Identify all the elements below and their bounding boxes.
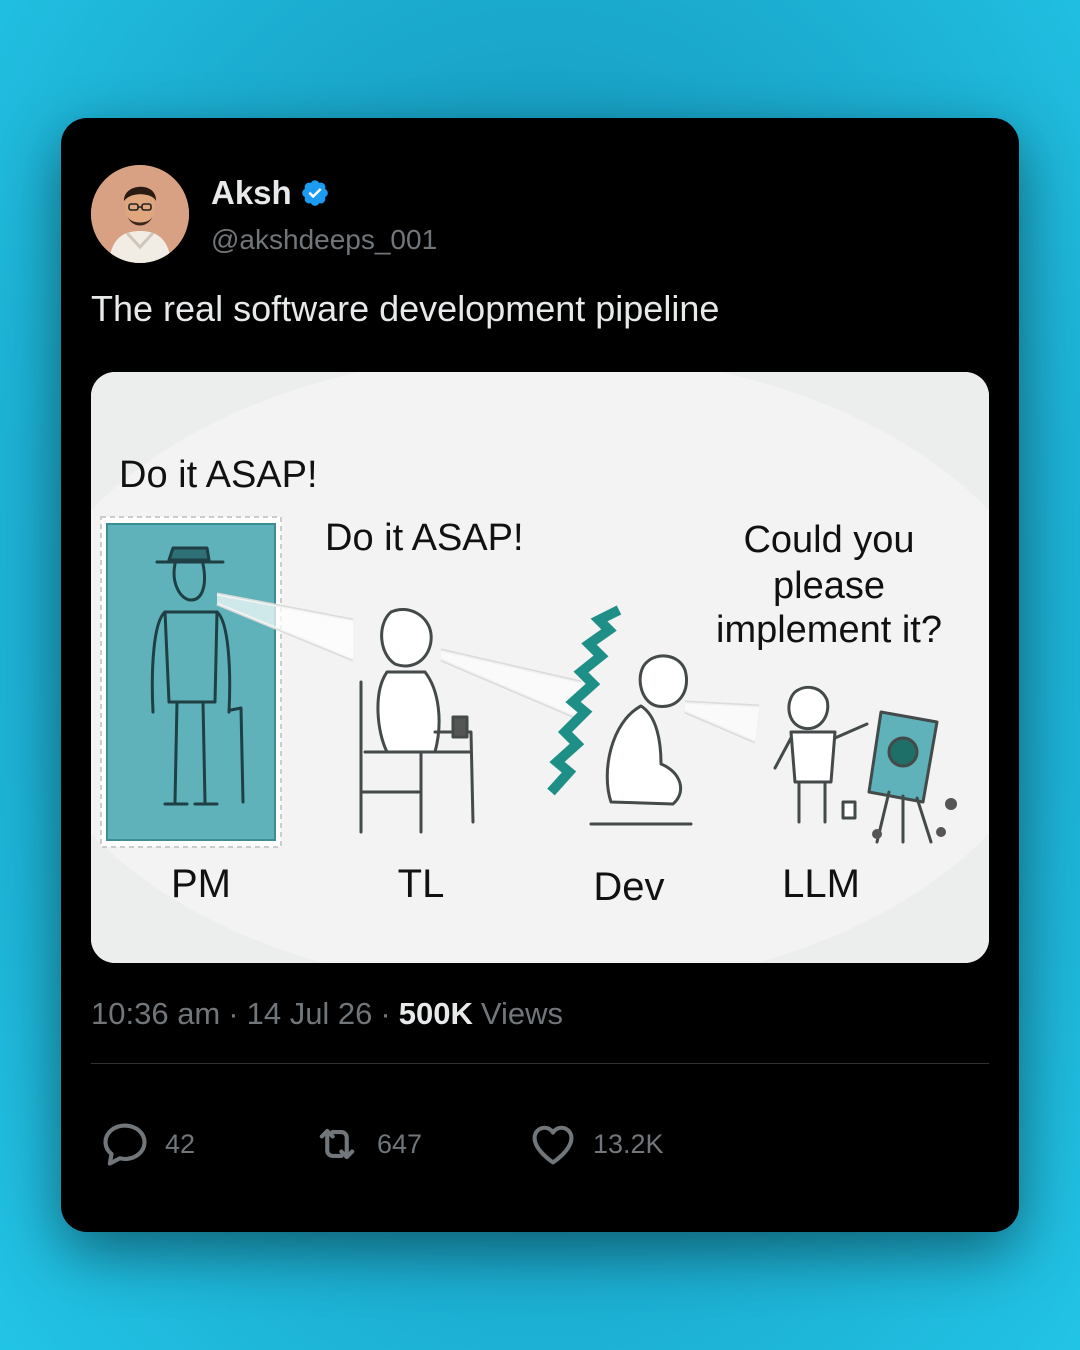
like-button[interactable]: 13.2K	[527, 1118, 664, 1170]
retweet-count: 647	[377, 1128, 423, 1159]
meta-separator: ·	[228, 996, 239, 1031]
reply-button[interactable]: 42	[99, 1118, 311, 1170]
views-label: Views	[480, 996, 563, 1031]
avatar[interactable]	[91, 165, 189, 263]
pm-speech-caption: Do it ASAP!	[119, 454, 318, 496]
retweet-button[interactable]: 647	[311, 1118, 527, 1170]
retweet-arrows-icon	[319, 1128, 355, 1160]
action-bar: 42 647 13.2K	[99, 1118, 664, 1170]
views-count: 500K	[398, 996, 473, 1031]
author-name[interactable]: Aksh	[211, 174, 292, 212]
author-name-row[interactable]: Aksh	[211, 174, 330, 212]
tweet-card: Aksh @akshdeeps_001 The real software de…	[61, 118, 1019, 1232]
dev-speech-line3: implement it?	[716, 609, 942, 651]
label-dev: Dev	[593, 865, 664, 909]
label-pm: PM	[171, 862, 231, 906]
dev-speech-line1: Could you	[743, 519, 914, 561]
tweet-meta: 10:36 am · 14 Jul 26 · 500K Views	[91, 996, 563, 1032]
tweet-image[interactable]: Do it ASAP! Do it ASAP! Could you please…	[91, 372, 989, 963]
heart-icon	[532, 1125, 574, 1165]
tweet-text: The real software development pipeline	[91, 288, 720, 329]
label-llm: LLM	[782, 862, 860, 906]
verified-badge-icon	[301, 180, 328, 206]
divider	[91, 1063, 989, 1064]
tweet-date[interactable]: 14 Jul 26	[247, 996, 373, 1032]
speech-bubble-icon	[103, 1123, 147, 1166]
meta-separator: ·	[380, 996, 391, 1031]
pm-stamp-figure	[100, 516, 282, 848]
meme-illustration: Do it ASAP! Do it ASAP! Could you please…	[91, 372, 989, 963]
dev-speech-line2: please	[773, 565, 885, 607]
tl-speech-caption: Do it ASAP!	[325, 517, 524, 559]
author-handle[interactable]: @akshdeeps_001	[211, 224, 437, 256]
like-count: 13.2K	[593, 1128, 664, 1159]
reply-count: 42	[165, 1128, 196, 1159]
tweet-time[interactable]: 10:36 am	[91, 996, 220, 1032]
label-tl: TL	[398, 862, 445, 906]
